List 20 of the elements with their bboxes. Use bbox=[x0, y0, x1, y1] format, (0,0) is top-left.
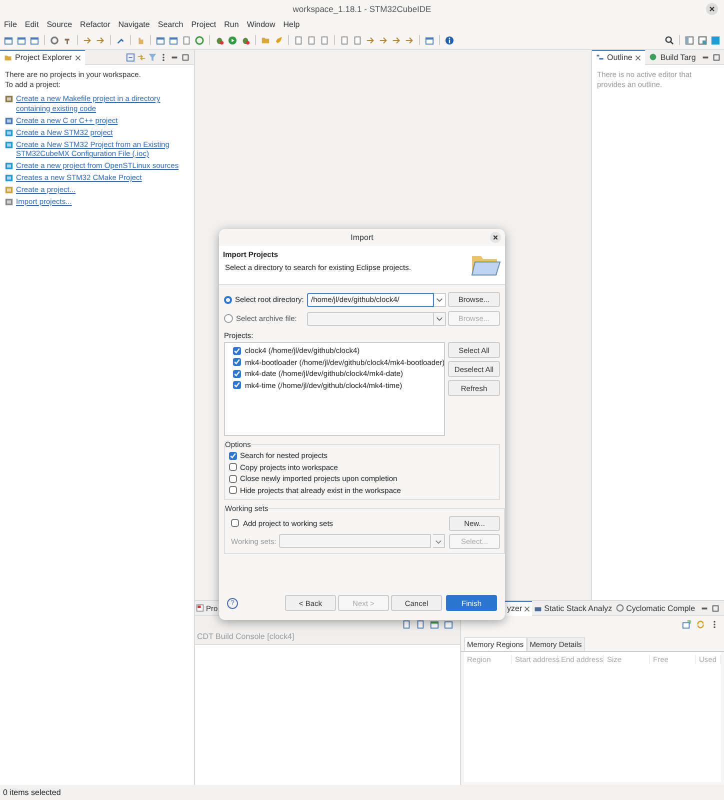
menu-item[interactable]: Navigate bbox=[118, 20, 150, 28]
status-text: 0 items selected bbox=[3, 788, 61, 797]
menu-item[interactable]: Edit bbox=[24, 20, 39, 28]
menu-item[interactable]: Window bbox=[246, 20, 276, 28]
view-tab[interactable]: Cyclomatic Comple bbox=[614, 601, 698, 615]
view-tab[interactable]: yzer bbox=[505, 600, 532, 616]
menu-item[interactable]: Source bbox=[46, 20, 72, 28]
view-tab[interactable]: Outline bbox=[592, 50, 646, 64]
view-tab[interactable]: Build Targ bbox=[645, 50, 700, 64]
menu-item[interactable]: Search bbox=[158, 20, 184, 28]
menu-item[interactable]: Refactor bbox=[80, 20, 110, 28]
view-tab[interactable]: Static Stack Analyz bbox=[532, 601, 614, 615]
menu-item[interactable]: Project bbox=[191, 20, 216, 28]
menu-item[interactable]: Help bbox=[283, 20, 300, 28]
dialog-title: Import bbox=[350, 233, 374, 242]
view-tab[interactable]: Project Explorer bbox=[0, 50, 85, 64]
menu-item[interactable]: Run bbox=[224, 20, 239, 28]
console-title: CDT Build Console [clock4] bbox=[195, 632, 460, 645]
menu-item[interactable]: File bbox=[4, 20, 17, 28]
window-title: workspace_1.18.1 - STM32CubeIDE bbox=[292, 4, 432, 14]
